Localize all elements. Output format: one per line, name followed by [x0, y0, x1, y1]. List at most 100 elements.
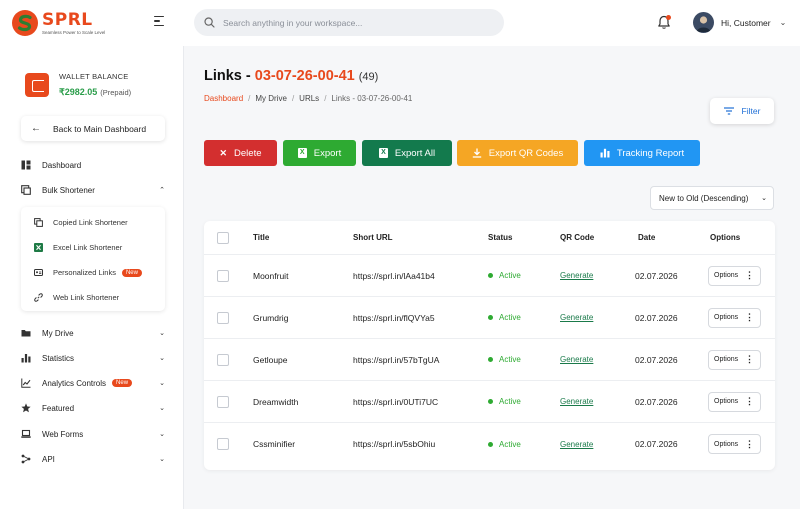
breadcrumb-separator: / [248, 94, 251, 103]
row-select-cell [217, 381, 229, 422]
breadcrumb-item[interactable]: Dashboard [204, 94, 243, 103]
submenu-item-label: Copied Link Shortener [53, 218, 128, 227]
tracking-report-button[interactable]: Tracking Report [584, 140, 700, 166]
sidebar-item-analytics-controls[interactable]: Analytics Controls New ⌄ [21, 374, 165, 392]
submenu-item-label: Excel Link Shortener [53, 243, 123, 252]
status-badge: Active [499, 439, 521, 449]
sidebar-item-api[interactable]: API ⌄ [21, 450, 165, 468]
submenu-item-personalized-links[interactable]: Personalized Links New [34, 265, 162, 280]
row-qr-code: Generate [560, 381, 593, 422]
chevron-down-icon: ⌄ [159, 355, 165, 362]
api-icon [21, 454, 31, 464]
sidebar-item-label: Web Forms [42, 429, 84, 439]
options-label: Options [714, 398, 739, 405]
sidebar-item-web-forms[interactable]: Web Forms ⌄ [21, 425, 165, 443]
new-badge: New [121, 268, 142, 277]
sidebar-item-featured[interactable]: Featured ⌄ [21, 399, 165, 417]
row-status: Active [488, 381, 521, 422]
wallet-plan: (Prepaid) [100, 88, 132, 97]
row-title: Cssminifier [253, 439, 296, 449]
submenu-item-web-link-shortener[interactable]: Web Link Shortener [34, 290, 162, 305]
row-short-url: https://sprl.in/flQVYa5 [353, 312, 435, 323]
table-header-row: Title Short URL Status QR Code Date Opti… [204, 221, 775, 255]
filter-label: Filter [741, 106, 761, 116]
bulk-shortener-submenu: Copied Link Shortener Excel Link Shorten… [21, 207, 165, 311]
status-badge: Active [499, 355, 521, 364]
search-input[interactable] [223, 17, 493, 28]
submenu-item-excel-link-shortener[interactable]: Excel Link Shortener [34, 240, 162, 255]
bar-chart-icon [600, 148, 610, 158]
dashboard-icon [21, 160, 31, 170]
options-label: Options [714, 356, 739, 363]
row-status: Active [488, 339, 521, 380]
status-badge: Active [499, 397, 521, 406]
delete-button[interactable]: ✕ Delete [204, 140, 277, 166]
id-card-icon [34, 268, 43, 277]
sidebar-item-label: My Drive [42, 328, 74, 338]
options-button[interactable]: Options ⋮ [708, 349, 761, 370]
filter-icon [723, 107, 734, 115]
sidebar: WALLET BALANCE ₹2982.05 (Prepaid) ← Back … [0, 46, 184, 509]
table-row: Getloupe https://sprl.in/57bTgUA Active Gen… [204, 339, 775, 381]
breadcrumb-item[interactable]: My Drive [255, 94, 287, 103]
breadcrumb-current: Links - 03-07-26-00-41 [331, 94, 413, 103]
row-date: 02.07.2026 [635, 396, 678, 407]
select-all-checkbox[interactable] [217, 231, 229, 244]
sidebar-item-my-drive[interactable]: My Drive ⌄ [21, 324, 165, 342]
avatar [693, 12, 714, 33]
row-checkbox[interactable] [217, 395, 229, 408]
options-button[interactable]: Options ⋮ [708, 391, 761, 412]
export-button[interactable]: X Export [283, 140, 356, 166]
options-button[interactable]: Options ⋮ [708, 265, 761, 286]
kebab-menu-icon: ⋮ [745, 396, 754, 406]
sidebar-item-dashboard[interactable]: Dashboard [21, 156, 165, 174]
export-all-button[interactable]: X Export All [362, 140, 452, 166]
generate-qr-link[interactable]: Generate [560, 355, 593, 364]
sidebar-item-statistics[interactable]: Statistics ⌄ [21, 349, 165, 367]
row-checkbox[interactable] [217, 269, 229, 282]
submenu-item-copied-link-shortener[interactable]: Copied Link Shortener [34, 215, 162, 230]
row-checkbox[interactable] [217, 353, 229, 366]
filter-button[interactable]: Filter [710, 98, 774, 124]
row-checkbox[interactable] [217, 311, 229, 324]
breadcrumb-separator: / [324, 94, 327, 103]
sidebar-item-label: Featured [42, 403, 75, 413]
table-row: Grumdrig https://sprl.in/flQVYa5 Active Gen… [204, 297, 775, 339]
row-select-cell [217, 339, 229, 380]
row-title: Grumdrig [253, 312, 289, 323]
wallet-amount-value: ₹2982.05 [59, 87, 98, 97]
breadcrumb-item[interactable]: URLs [299, 94, 319, 103]
chevron-down-icon: ⌄ [159, 431, 165, 438]
options-button[interactable]: Options ⋮ [708, 434, 761, 454]
row-checkbox[interactable] [217, 438, 229, 450]
sort-select[interactable]: New to Old (Descending) ⌄ [650, 186, 774, 210]
user-greeting: Hi, Customer [721, 17, 771, 28]
row-date: 02.07.2026 [635, 270, 678, 281]
notification-bell-icon[interactable] [657, 15, 671, 30]
row-select-cell [217, 255, 229, 296]
row-date: 02.07.2026 [635, 354, 678, 365]
generate-qr-link[interactable]: Generate [560, 313, 593, 322]
logo[interactable]: SPRL Seamless Power to Scale Level [11, 9, 105, 37]
row-options-cell: Options ⋮ [708, 339, 761, 380]
generate-qr-link[interactable]: Generate [560, 440, 593, 449]
kebab-menu-icon: ⋮ [745, 354, 754, 364]
status-dot [488, 399, 493, 404]
menu-toggle-icon[interactable] [154, 16, 166, 28]
user-menu[interactable]: Hi, Customer ⌄ [693, 12, 786, 33]
options-label: Options [714, 440, 739, 448]
row-select-cell [217, 297, 229, 338]
generate-qr-link[interactable]: Generate [560, 397, 593, 406]
options-button[interactable]: Options ⋮ [708, 307, 761, 328]
column-header-options: Options [710, 233, 741, 242]
column-header-date: Date [638, 233, 656, 242]
back-to-dashboard-button[interactable]: ← Back to Main Dashboard [21, 116, 165, 141]
sidebar-item-bulk-shortener[interactable]: Bulk Shortener ⌃ [21, 181, 165, 199]
export-qr-codes-button[interactable]: Export QR Codes [457, 140, 578, 166]
row-qr-code: Generate [560, 339, 593, 380]
bulk-shortener-icon [21, 185, 31, 195]
row-select-cell [217, 423, 229, 465]
search-bar[interactable] [194, 9, 504, 36]
generate-qr-link[interactable]: Generate [560, 271, 593, 280]
sidebar-item-label: API [42, 454, 55, 464]
